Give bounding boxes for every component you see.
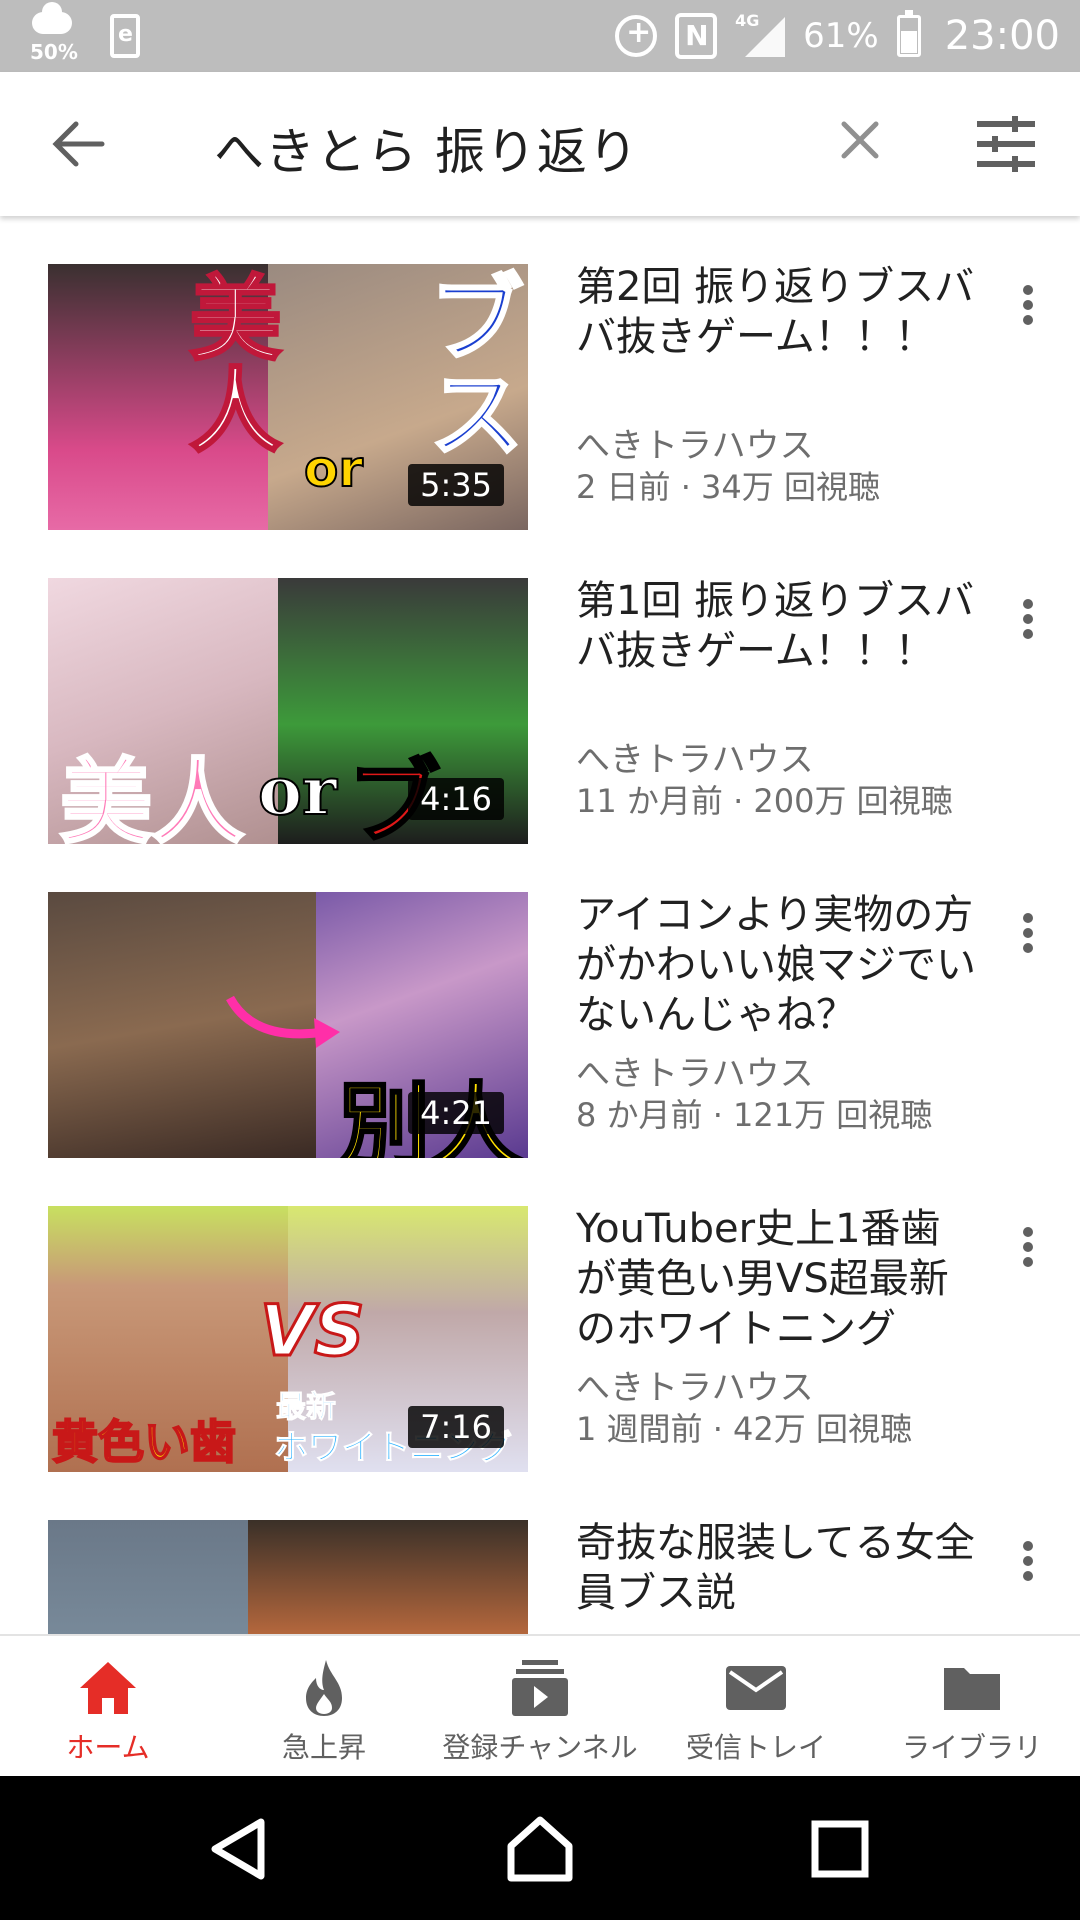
video-meta: 8 か月前 · 121万 回視聴: [576, 1096, 933, 1134]
nav-subscriptions[interactable]: 登録チャンネル: [432, 1636, 648, 1778]
nav-label: 急上昇: [281, 1731, 366, 1764]
nav-label: 登録チャンネル: [442, 1731, 638, 1764]
video-thumbnail[interactable]: 美人 ブス or 5:35: [48, 264, 528, 530]
battery-icon: [896, 10, 921, 57]
back-button[interactable]: [50, 116, 120, 172]
nav-home[interactable]: ホーム: [0, 1636, 216, 1778]
clock: 23:00: [944, 13, 1060, 59]
clear-search-button[interactable]: [838, 118, 890, 170]
channel-name: へきトラハウス: [576, 740, 814, 780]
video-duration: 5:35: [408, 464, 504, 506]
system-recents-button[interactable]: [805, 1814, 875, 1884]
thumb-text: 美人: [58, 747, 245, 845]
battery-percent: 61%: [803, 16, 879, 56]
channel-name: へきトラハウス: [576, 426, 814, 466]
video-duration: 4:16: [408, 778, 504, 820]
recents-square-icon: [811, 1820, 869, 1878]
back-triangle-icon: [211, 1818, 265, 1880]
weather-cloud-icon: 50%: [28, 2, 82, 64]
nav-label: ライブラリ: [901, 1731, 1042, 1764]
more-options-button[interactable]: [1016, 280, 1040, 328]
thumb-text: ブス: [411, 267, 526, 462]
channel-name: へきトラハウス: [576, 1368, 814, 1408]
thumb-text: or: [303, 439, 364, 499]
video-thumbnail[interactable]: VS 黄色い歯 最新 ホワイトニング 7:16: [48, 1206, 528, 1472]
arrow-graphic: [226, 995, 340, 1048]
clear-icon: [841, 121, 879, 159]
video-duration: 4:21: [408, 1092, 504, 1134]
video-thumbnail[interactable]: 美人 or ブス 4:16: [48, 578, 528, 844]
system-back-button[interactable]: [205, 1814, 275, 1884]
video-title[interactable]: 奇抜な服装してる女全員ブス説: [576, 1518, 976, 1618]
video-result[interactable]: 奇抜な服装してる女全員ブス説: [0, 1472, 1080, 1634]
subscriptions-icon: [512, 1660, 568, 1716]
video-duration: 7:16: [408, 1406, 504, 1448]
thumb-text: VS: [259, 1289, 367, 1374]
video-result[interactable]: 美人 or ブス 4:16 第1回 振り返りブスババ抜きゲーム！！！ へきトラハ…: [0, 530, 1080, 844]
channel-name: へきトラハウス: [576, 1054, 814, 1094]
filter-icon: [977, 116, 1035, 172]
nav-trending[interactable]: 急上昇: [216, 1636, 432, 1778]
video-result[interactable]: VS 黄色い歯 最新 ホワイトニング 7:16 YouTuber史上1番歯が黄色…: [0, 1158, 1080, 1472]
home-circle-icon: [507, 1816, 573, 1882]
more-options-button[interactable]: [1016, 1536, 1040, 1584]
back-arrow-icon: [52, 121, 105, 167]
status-bar: 50% 4G 61% 23:00: [0, 0, 1080, 72]
video-title[interactable]: 第1回 振り返りブスババ抜きゲーム！！！: [576, 576, 976, 676]
thumb-text: or: [257, 751, 338, 831]
more-options-button[interactable]: [1016, 594, 1040, 642]
signal-icon: 4G: [735, 11, 786, 59]
bottom-navigation: ホーム 急上昇 登録チャンネル 受信トレイ ライブラリ: [0, 1634, 1080, 1776]
video-title[interactable]: YouTuber史上1番歯が黄色い男VS超最新のホワイトニング: [576, 1204, 976, 1354]
home-icon: [80, 1662, 136, 1714]
more-options-button[interactable]: [1016, 1222, 1040, 1270]
more-options-button[interactable]: [1016, 908, 1040, 956]
video-thumbnail[interactable]: 別人 4:21: [48, 892, 528, 1158]
video-title[interactable]: 第2回 振り返りブスババ抜きゲーム！！！: [576, 262, 976, 362]
video-title[interactable]: アイコンより実物の方がかわいい娘マジでいないんじゃね？: [576, 890, 976, 1040]
video-thumbnail[interactable]: [48, 1520, 528, 1634]
system-home-button[interactable]: [505, 1814, 575, 1884]
nav-library[interactable]: ライブラリ: [864, 1636, 1080, 1778]
nav-label: 受信トレイ: [685, 1731, 826, 1764]
search-header: へきとら 振り返り: [0, 72, 1080, 216]
nav-inbox[interactable]: 受信トレイ: [648, 1636, 864, 1778]
video-meta: 11 か月前 · 200万 回視聴: [576, 782, 953, 820]
search-query[interactable]: へきとら 振り返り: [214, 112, 639, 184]
filter-button[interactable]: [976, 114, 1036, 174]
sd-card-icon: [110, 14, 140, 58]
system-navigation-bar: [0, 1776, 1080, 1920]
library-icon: [944, 1668, 1000, 1710]
results-list: 美人 ブス or 5:35 第2回 振り返りブスババ抜きゲーム！！！ へきトラハ…: [0, 216, 1080, 1634]
video-meta: 2 日前 · 34万 回視聴: [576, 468, 880, 506]
data-saver-icon: [615, 15, 658, 57]
nfc-icon: [675, 13, 718, 59]
video-result[interactable]: 美人 ブス or 5:35 第2回 振り返りブスババ抜きゲーム！！！ へきトラハ…: [0, 216, 1080, 530]
weather-percent: 50%: [30, 40, 78, 64]
thumb-text: 美人: [173, 269, 284, 456]
flame-icon: [306, 1660, 342, 1716]
inbox-icon: [726, 1666, 786, 1710]
thumb-text: 黄色い歯: [51, 1414, 237, 1470]
video-meta: 1 週間前 · 42万 回視聴: [576, 1410, 912, 1448]
video-result[interactable]: 別人 4:21 アイコンより実物の方がかわいい娘マジでいないんじゃね？ へきトラ…: [0, 844, 1080, 1158]
nav-label: ホーム: [66, 1731, 150, 1764]
